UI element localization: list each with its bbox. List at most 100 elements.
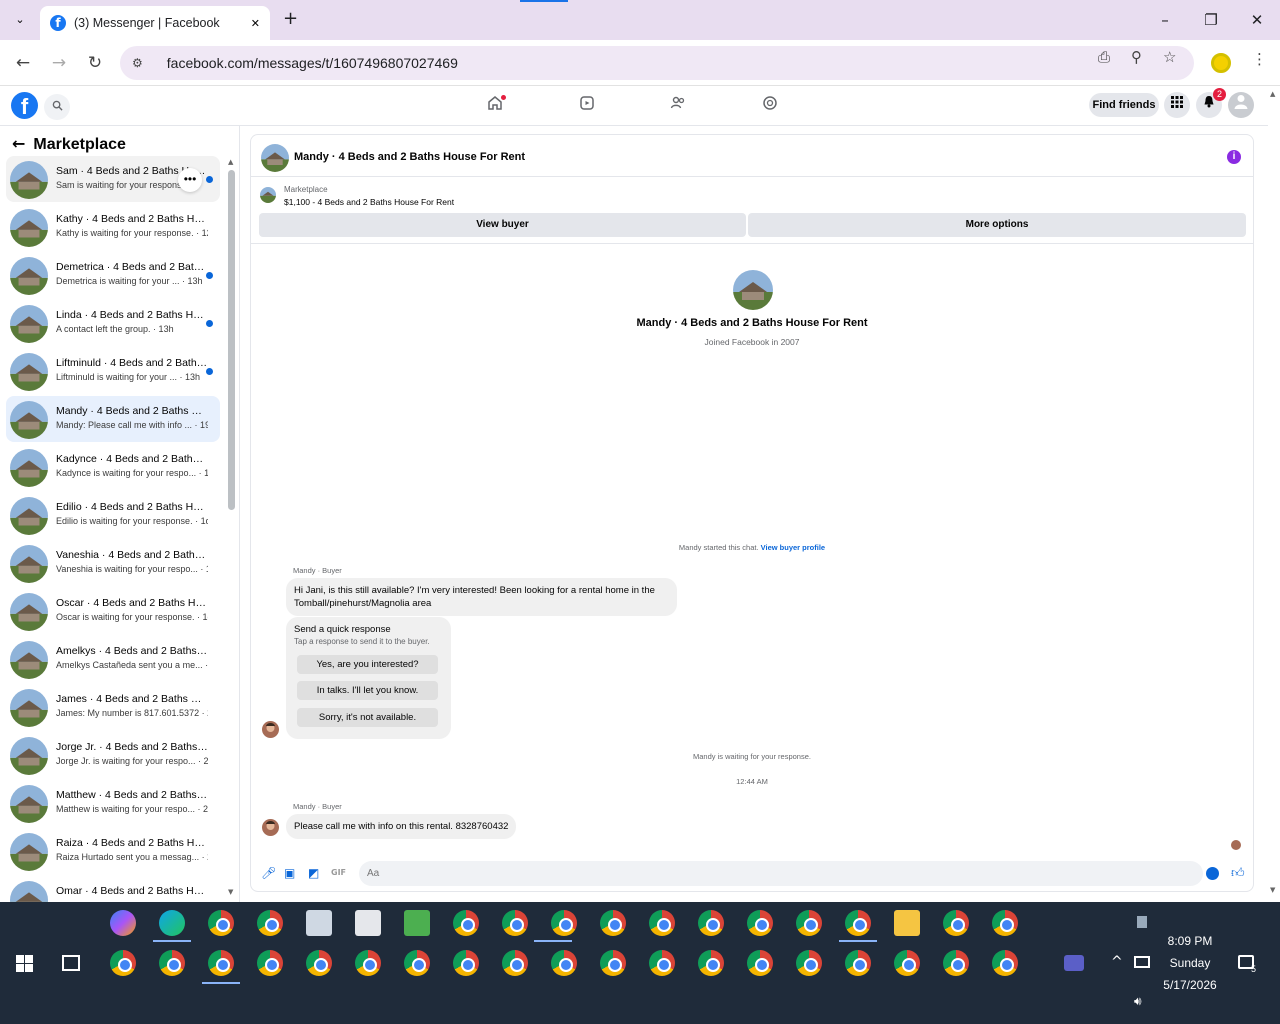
chrome-profile-taskbar-icon[interactable]	[257, 950, 283, 976]
outlook-taskbar-icon[interactable]	[306, 910, 332, 936]
chrome-taskbar-icon[interactable]	[698, 910, 724, 936]
install-app-icon[interactable]: ⎙	[1098, 48, 1110, 66]
chrome-taskbar-icon[interactable]	[600, 910, 626, 936]
folder-taskbar-icon[interactable]	[894, 910, 920, 936]
chrome-profile-taskbar-icon[interactable]	[600, 950, 626, 976]
site-info-icon[interactable]: ⚙	[132, 56, 143, 70]
chrome-taskbar-icon[interactable]	[453, 910, 479, 936]
page-scrollbar[interactable]: ▲ ▼	[1268, 86, 1280, 902]
gif-icon[interactable]: GIF	[331, 868, 346, 877]
like-thumb-icon[interactable]: 👍︎	[1231, 866, 1245, 881]
clock-day[interactable]: Sunday	[1150, 956, 1230, 970]
chrome-profile-taskbar-icon[interactable]	[796, 950, 822, 976]
browser-menu-icon[interactable]: ⋮	[1252, 50, 1267, 68]
conversation-item[interactable]: Liftminuld · 4 Beds and 2 Baths House Fo…	[6, 348, 220, 394]
chat-title[interactable]: Mandy · 4 Beds and 2 Baths House For Ren…	[294, 151, 525, 163]
chrome-taskbar-icon[interactable]	[502, 910, 528, 936]
friends-icon[interactable]	[663, 94, 693, 118]
account-avatar[interactable]	[1228, 92, 1254, 118]
extension-icon[interactable]	[1211, 53, 1231, 73]
close-tab-icon[interactable]: ✕	[251, 17, 260, 30]
listing-title[interactable]: $1,100 - 4 Beds and 2 Baths House For Re…	[284, 197, 454, 207]
conversation-item[interactable]: Edilio · 4 Beds and 2 Baths House For Re…	[6, 492, 220, 538]
browser-tab[interactable]: f (3) Messenger | Facebook ✕	[40, 6, 270, 40]
view-buyer-profile-link[interactable]: View buyer profile	[761, 543, 825, 552]
chrome-profile-taskbar-icon[interactable]	[208, 950, 234, 976]
chrome-profile-taskbar-icon[interactable]	[159, 950, 185, 976]
conversation-item[interactable]: Sam · 4 Beds and 2 Baths House For RentS…	[6, 156, 220, 202]
conversation-item[interactable]: Amelkys · 4 Beds and 2 Baths House For R…	[6, 636, 220, 682]
back-arrow-icon[interactable]: ←	[12, 134, 25, 153]
chrome-taskbar-icon[interactable]	[257, 910, 283, 936]
message-input[interactable]	[359, 861, 1203, 886]
chrome-profile-taskbar-icon[interactable]	[698, 950, 724, 976]
edge-taskbar-icon[interactable]	[159, 910, 185, 936]
conversation-item[interactable]: Matthew · 4 Beds and 2 Baths House For R…	[6, 780, 220, 826]
bookmark-star-icon[interactable]: ☆	[1163, 48, 1176, 66]
sidebar-scrollbar[interactable]	[228, 170, 235, 510]
network-icon[interactable]	[1134, 956, 1150, 968]
conversation-item[interactable]: Kadynce · 4 Beds and 2 Baths House For R…	[6, 444, 220, 490]
photo-icon[interactable]: ▣	[284, 866, 295, 880]
find-friends-button[interactable]: Find friends	[1089, 93, 1159, 117]
start-button-icon[interactable]	[16, 955, 33, 972]
chrome-profile-taskbar-icon[interactable]	[894, 950, 920, 976]
chrome-taskbar-icon[interactable]	[796, 910, 822, 936]
more-options-icon[interactable]: •••	[178, 168, 202, 192]
chrome-profile-taskbar-icon[interactable]	[404, 950, 430, 976]
scroll-down-icon[interactable]: ▼	[228, 888, 233, 896]
view-buyer-button[interactable]: View buyer	[259, 213, 746, 237]
conversation-item[interactable]: Raiza · 4 Beds and 2 Baths House For Ren…	[6, 828, 220, 874]
meet-now-icon[interactable]	[1064, 955, 1084, 971]
more-options-button[interactable]: More options	[748, 213, 1246, 237]
clock-date[interactable]: 5/17/2026	[1150, 978, 1230, 992]
video-icon[interactable]	[572, 94, 602, 118]
quick-reply-yes-button[interactable]: Yes, are you interested?	[297, 655, 438, 674]
conversation-item[interactable]: Jorge Jr. · 4 Beds and 2 Baths House For…	[6, 732, 220, 778]
profile-avatar[interactable]	[733, 270, 773, 310]
monitor-taskbar-icon[interactable]	[355, 910, 381, 936]
scroll-up-icon[interactable]: ▲	[1270, 90, 1275, 98]
conversation-item[interactable]: Oscar · 4 Beds and 2 Baths House For Ren…	[6, 588, 220, 634]
chrome-profile-taskbar-icon[interactable]	[992, 950, 1018, 976]
chrome-profile-taskbar-icon[interactable]	[649, 950, 675, 976]
chrome-profile-taskbar-icon[interactable]	[453, 950, 479, 976]
chrome-taskbar-icon[interactable]	[551, 910, 577, 936]
tray-app-icon[interactable]	[1137, 916, 1147, 928]
tab-list-chevron-icon[interactable]: ⌄	[10, 10, 30, 30]
chrome-taskbar-icon[interactable]	[649, 910, 675, 936]
sticker-icon[interactable]: ◩	[308, 866, 319, 880]
chrome-profile-taskbar-icon[interactable]	[110, 950, 136, 976]
gaming-icon[interactable]	[755, 94, 785, 118]
forward-icon[interactable]: →	[46, 50, 72, 76]
quick-reply-talks-button[interactable]: In talks. I'll let you know.	[297, 681, 438, 700]
clock-time[interactable]: 8:09 PM	[1150, 934, 1230, 948]
chrome-profile-taskbar-icon[interactable]	[943, 950, 969, 976]
scroll-down-icon[interactable]: ▼	[1270, 886, 1275, 894]
chrome-taskbar-icon[interactable]	[845, 910, 871, 936]
conversation-item[interactable]: Kathy · 4 Beds and 2 Baths House For Ren…	[6, 204, 220, 250]
url-text[interactable]: facebook.com/messages/t/1607496807027469	[167, 55, 458, 71]
chrome-profile-taskbar-icon[interactable]	[845, 950, 871, 976]
conversation-item[interactable]: Vaneshia · 4 Beds and 2 Baths House For …	[6, 540, 220, 586]
reload-icon[interactable]: ↻	[82, 50, 108, 76]
facebook-logo-icon[interactable]: f	[11, 92, 38, 119]
volume-icon[interactable]: 🔊︎	[1134, 994, 1142, 1009]
chat-avatar[interactable]	[261, 144, 289, 172]
minimize-window-icon[interactable]: –	[1150, 8, 1180, 32]
chrome-profile-taskbar-icon[interactable]	[355, 950, 381, 976]
quick-reply-sorry-button[interactable]: Sorry, it's not available.	[297, 708, 438, 727]
chrome-taskbar-icon[interactable]	[943, 910, 969, 936]
show-hidden-icons-icon[interactable]: ^	[1111, 954, 1123, 970]
conversation-item[interactable]: Omar · 4 Beds and 2 Baths House For Rent	[6, 876, 220, 902]
chrome-taskbar-icon[interactable]	[208, 910, 234, 936]
chrome-taskbar-icon[interactable]	[992, 910, 1018, 936]
chrome-taskbar-icon[interactable]	[747, 910, 773, 936]
chrome-profile-taskbar-icon[interactable]	[502, 950, 528, 976]
menu-grid-icon[interactable]	[1164, 92, 1190, 118]
conversation-item[interactable]: Linda · 4 Beds and 2 Baths House For Ren…	[6, 300, 220, 346]
new-tab-button[interactable]: +	[283, 8, 298, 29]
address-bar[interactable]: ⚙ facebook.com/messages/t/16074968070274…	[120, 46, 1194, 80]
zoom-icon[interactable]: ⚲	[1131, 48, 1142, 66]
emoji-icon[interactable]	[1206, 867, 1219, 880]
